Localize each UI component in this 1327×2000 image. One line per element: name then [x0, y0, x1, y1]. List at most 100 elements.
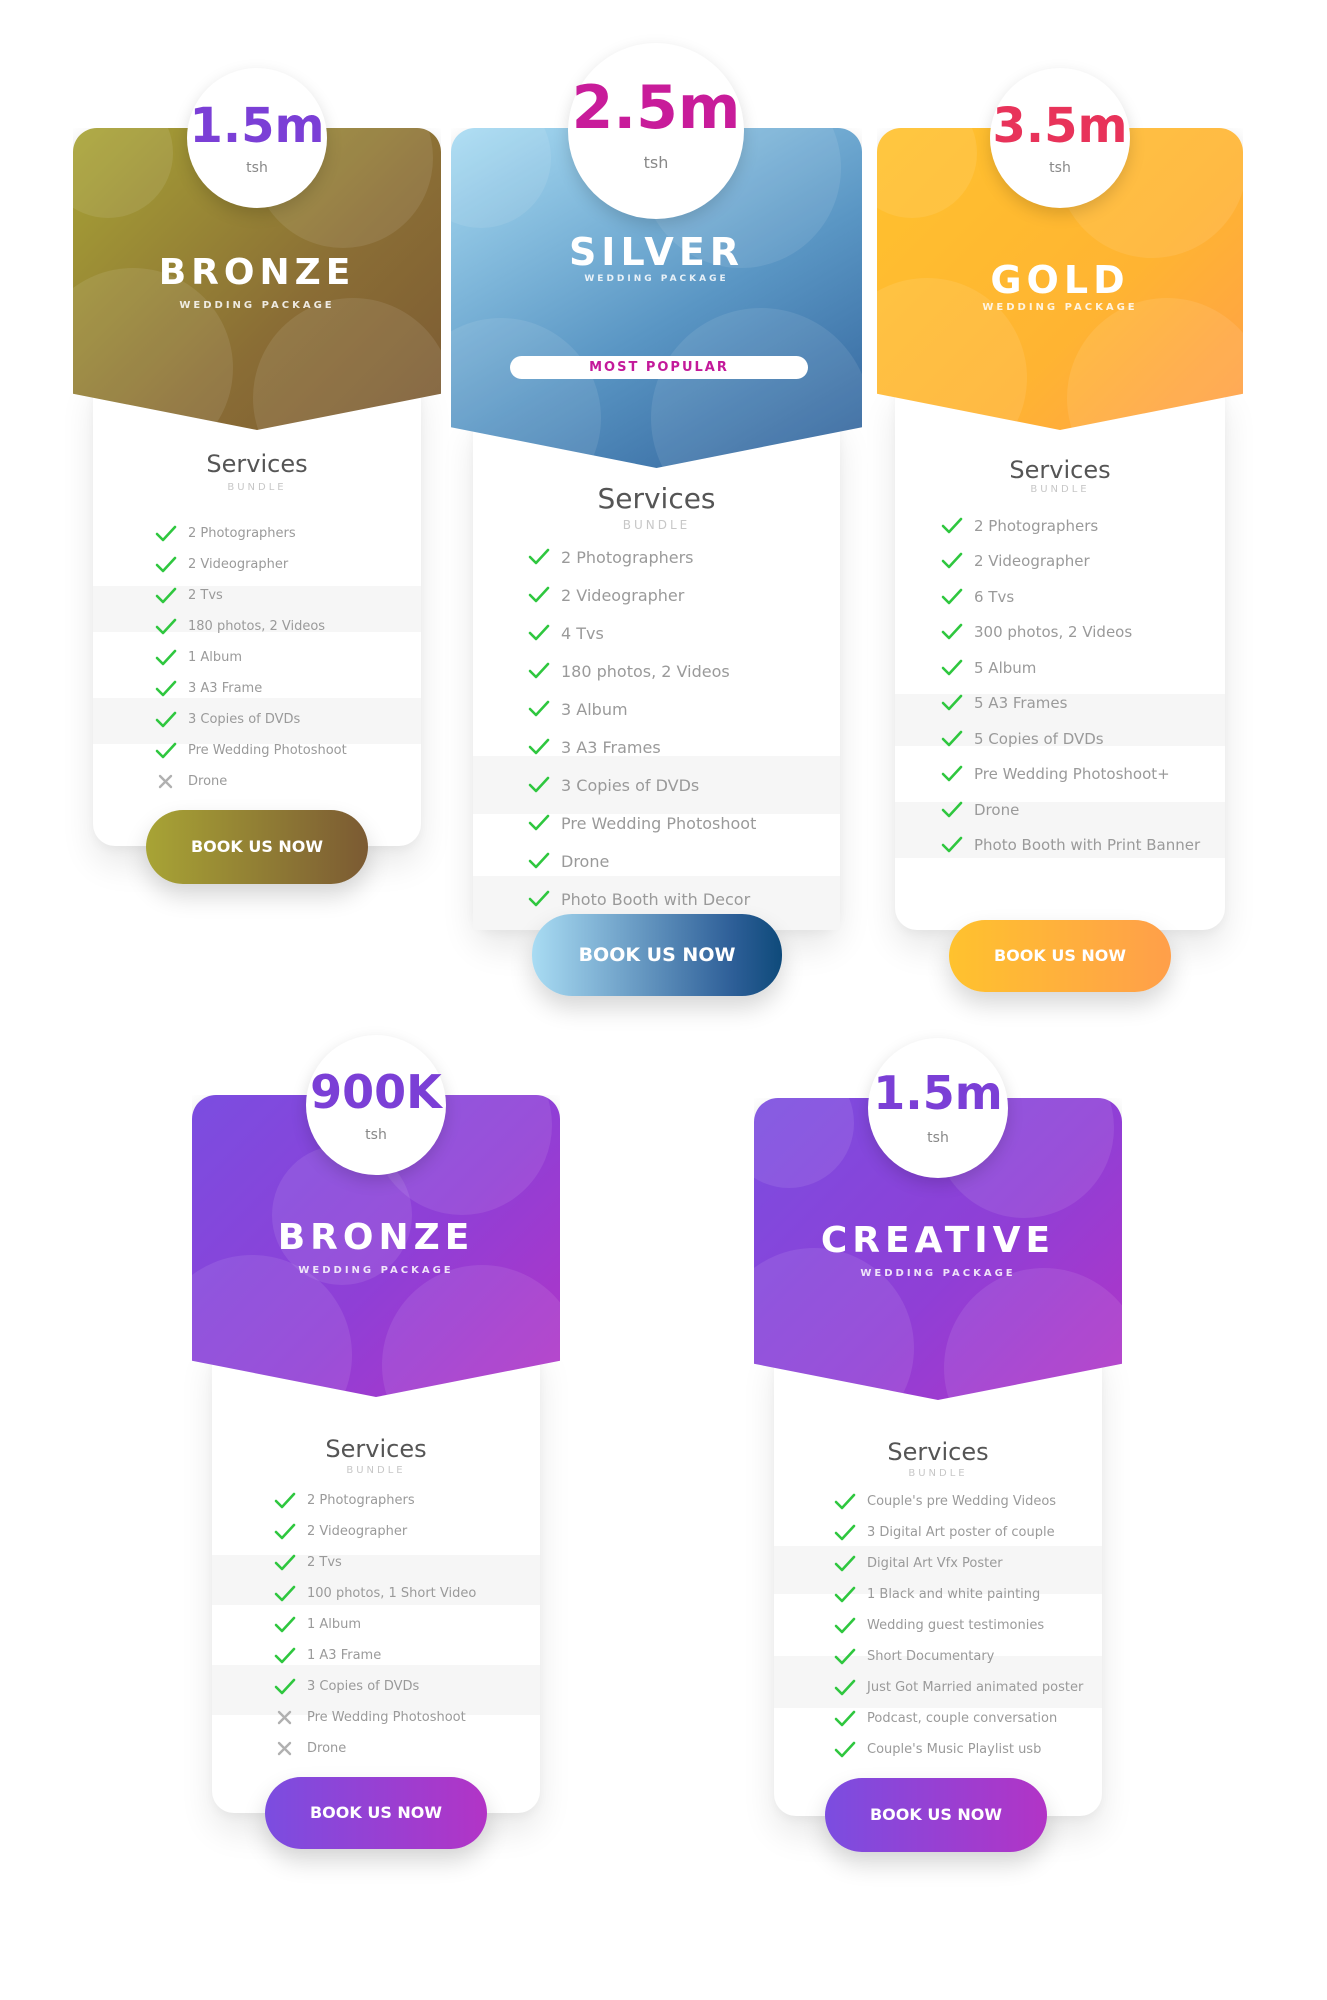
feature-item: 2 Tvs: [155, 580, 347, 611]
book-now-button[interactable]: BOOK US NOW: [265, 1777, 487, 1849]
feature-item: Short Documentary: [834, 1641, 1083, 1672]
services-subheading: BUNDLE: [908, 1468, 968, 1479]
feature-list: Couple's pre Wedding Videos 3 Digital Art…: [834, 1486, 1083, 1765]
feature-label: 6 Tvs: [974, 587, 1015, 606]
feature-item: Photo Booth with Print Banner: [941, 828, 1200, 864]
check-icon: [274, 1647, 296, 1665]
check-icon: [528, 814, 550, 832]
feature-label: Drone: [307, 1741, 347, 1756]
feature-label: 5 Copies of DVDs: [974, 729, 1104, 748]
feature-label: 180 photos, 2 Videos: [561, 661, 730, 681]
feature-item: 3 Album: [528, 690, 756, 728]
feature-label: 2 Photographers: [561, 547, 694, 567]
check-icon: [834, 1710, 856, 1728]
services-subheading: BUNDLE: [622, 518, 691, 532]
package-title: BRONZE: [158, 252, 356, 293]
most-popular-badge: MOST POPULAR: [510, 356, 808, 379]
feature-item: 2 Tvs: [274, 1547, 476, 1578]
feature-label: 5 A3 Frames: [974, 694, 1068, 713]
check-icon: [941, 659, 963, 677]
feature-label: Couple's pre Wedding Videos: [867, 1494, 1057, 1509]
feature-item: 3 Copies of DVDs: [155, 704, 347, 735]
check-icon: [528, 852, 550, 870]
feature-item: Drone: [155, 766, 347, 797]
feature-item: 1 Album: [274, 1609, 476, 1640]
price-bubble: 900K tsh: [306, 1035, 446, 1175]
price-unit: tsh: [1049, 160, 1071, 176]
price-value: 2.5m: [571, 73, 741, 143]
feature-label: Drone: [561, 851, 610, 871]
check-icon: [155, 525, 177, 543]
package-subtitle: WEDDING PACKAGE: [584, 274, 729, 284]
check-icon: [941, 623, 963, 641]
feature-item: Podcast, couple conversation: [834, 1703, 1083, 1734]
feature-item: 1 Black and white painting: [834, 1579, 1083, 1610]
feature-item: Pre Wedding Photoshoot: [155, 735, 347, 766]
cross-icon: [274, 1740, 296, 1758]
check-icon: [941, 552, 963, 570]
services-subheading: BUNDLE: [1030, 484, 1090, 495]
check-icon: [274, 1678, 296, 1696]
feature-label: Wedding guest testimonies: [867, 1618, 1045, 1633]
book-now-button[interactable]: BOOK US NOW: [532, 914, 782, 996]
price-value: 1.5m: [189, 98, 325, 154]
cross-icon: [155, 773, 177, 791]
price-unit: tsh: [927, 1130, 949, 1146]
feature-label: 3 A3 Frame: [188, 681, 263, 696]
package-subtitle: WEDDING PACKAGE: [179, 300, 335, 311]
feature-item: 2 Photographers: [941, 508, 1200, 544]
feature-label: Pre Wedding Photoshoot: [561, 813, 757, 833]
feature-item: 5 Album: [941, 650, 1200, 686]
package-title: SILVER: [568, 230, 745, 274]
services-heading: Services: [325, 1435, 427, 1463]
feature-label: 2 Tvs: [188, 588, 223, 603]
feature-item: 2 Videographer: [528, 576, 756, 614]
feature-item: 5 Copies of DVDs: [941, 721, 1200, 757]
feature-label: Photo Booth with Print Banner: [974, 836, 1201, 855]
pricing-card-gold: GOLD WEDDING PACKAGE 3.5m tsh Services B…: [877, 68, 1243, 1008]
check-icon: [155, 649, 177, 667]
feature-item: Digital Art Vfx Poster: [834, 1548, 1083, 1579]
feature-label: Pre Wedding Photoshoot+: [974, 765, 1170, 784]
feature-item: 100 photos, 1 Short Video: [274, 1578, 476, 1609]
feature-label: 2 Photographers: [974, 516, 1099, 535]
feature-item: 2 Videographer: [274, 1516, 476, 1547]
price-bubble: 1.5m tsh: [187, 68, 327, 208]
feature-label: 2 Videographer: [307, 1524, 408, 1539]
feature-label: Photo Booth with Decor: [561, 889, 751, 909]
feature-item: Couple's Music Playlist usb: [834, 1734, 1083, 1765]
feature-item: 3 Copies of DVDs: [274, 1671, 476, 1702]
package-title: GOLD: [990, 258, 1130, 302]
feature-label: 1 A3 Frame: [307, 1648, 382, 1663]
package-title: BRONZE: [277, 1217, 475, 1258]
feature-item: 2 Photographers: [274, 1485, 476, 1516]
feature-label: Couple's Music Playlist usb: [867, 1742, 1042, 1757]
book-now-button[interactable]: BOOK US NOW: [146, 810, 368, 884]
feature-item: Wedding guest testimonies: [834, 1610, 1083, 1641]
check-icon: [528, 662, 550, 680]
check-icon: [941, 836, 963, 854]
feature-label: 2 Videographer: [561, 585, 685, 605]
check-icon: [834, 1741, 856, 1759]
feature-label: Digital Art Vfx Poster: [867, 1556, 1003, 1571]
check-icon: [834, 1493, 856, 1511]
check-icon: [528, 586, 550, 604]
check-icon: [941, 588, 963, 606]
check-icon: [274, 1585, 296, 1603]
feature-label: 2 Videographer: [188, 557, 289, 572]
feature-label: 3 Copies of DVDs: [188, 712, 301, 727]
feature-item: 3 Digital Art poster of couple: [834, 1517, 1083, 1548]
feature-label: 2 Videographer: [974, 552, 1090, 571]
feature-list: 2 Photographers 2 Videographer 2 Tvs 100 ph…: [274, 1485, 476, 1764]
book-now-button[interactable]: BOOK US NOW: [949, 920, 1171, 992]
services-heading: Services: [206, 450, 308, 478]
check-icon: [274, 1492, 296, 1510]
book-now-button[interactable]: BOOK US NOW: [825, 1778, 1047, 1852]
feature-label: Pre Wedding Photoshoot: [188, 743, 347, 758]
check-icon: [834, 1555, 856, 1573]
pricing-card-bronze-top: BRONZE WEDDING PACKAGE 1.5m tsh Services…: [73, 68, 441, 888]
pricing-card-creative: CREATIVE WEDDING PACKAGE 1.5m tsh Servic…: [754, 1038, 1122, 1858]
check-icon: [834, 1524, 856, 1542]
feature-label: Drone: [974, 800, 1020, 819]
feature-label: 1 Black and white painting: [867, 1587, 1041, 1602]
